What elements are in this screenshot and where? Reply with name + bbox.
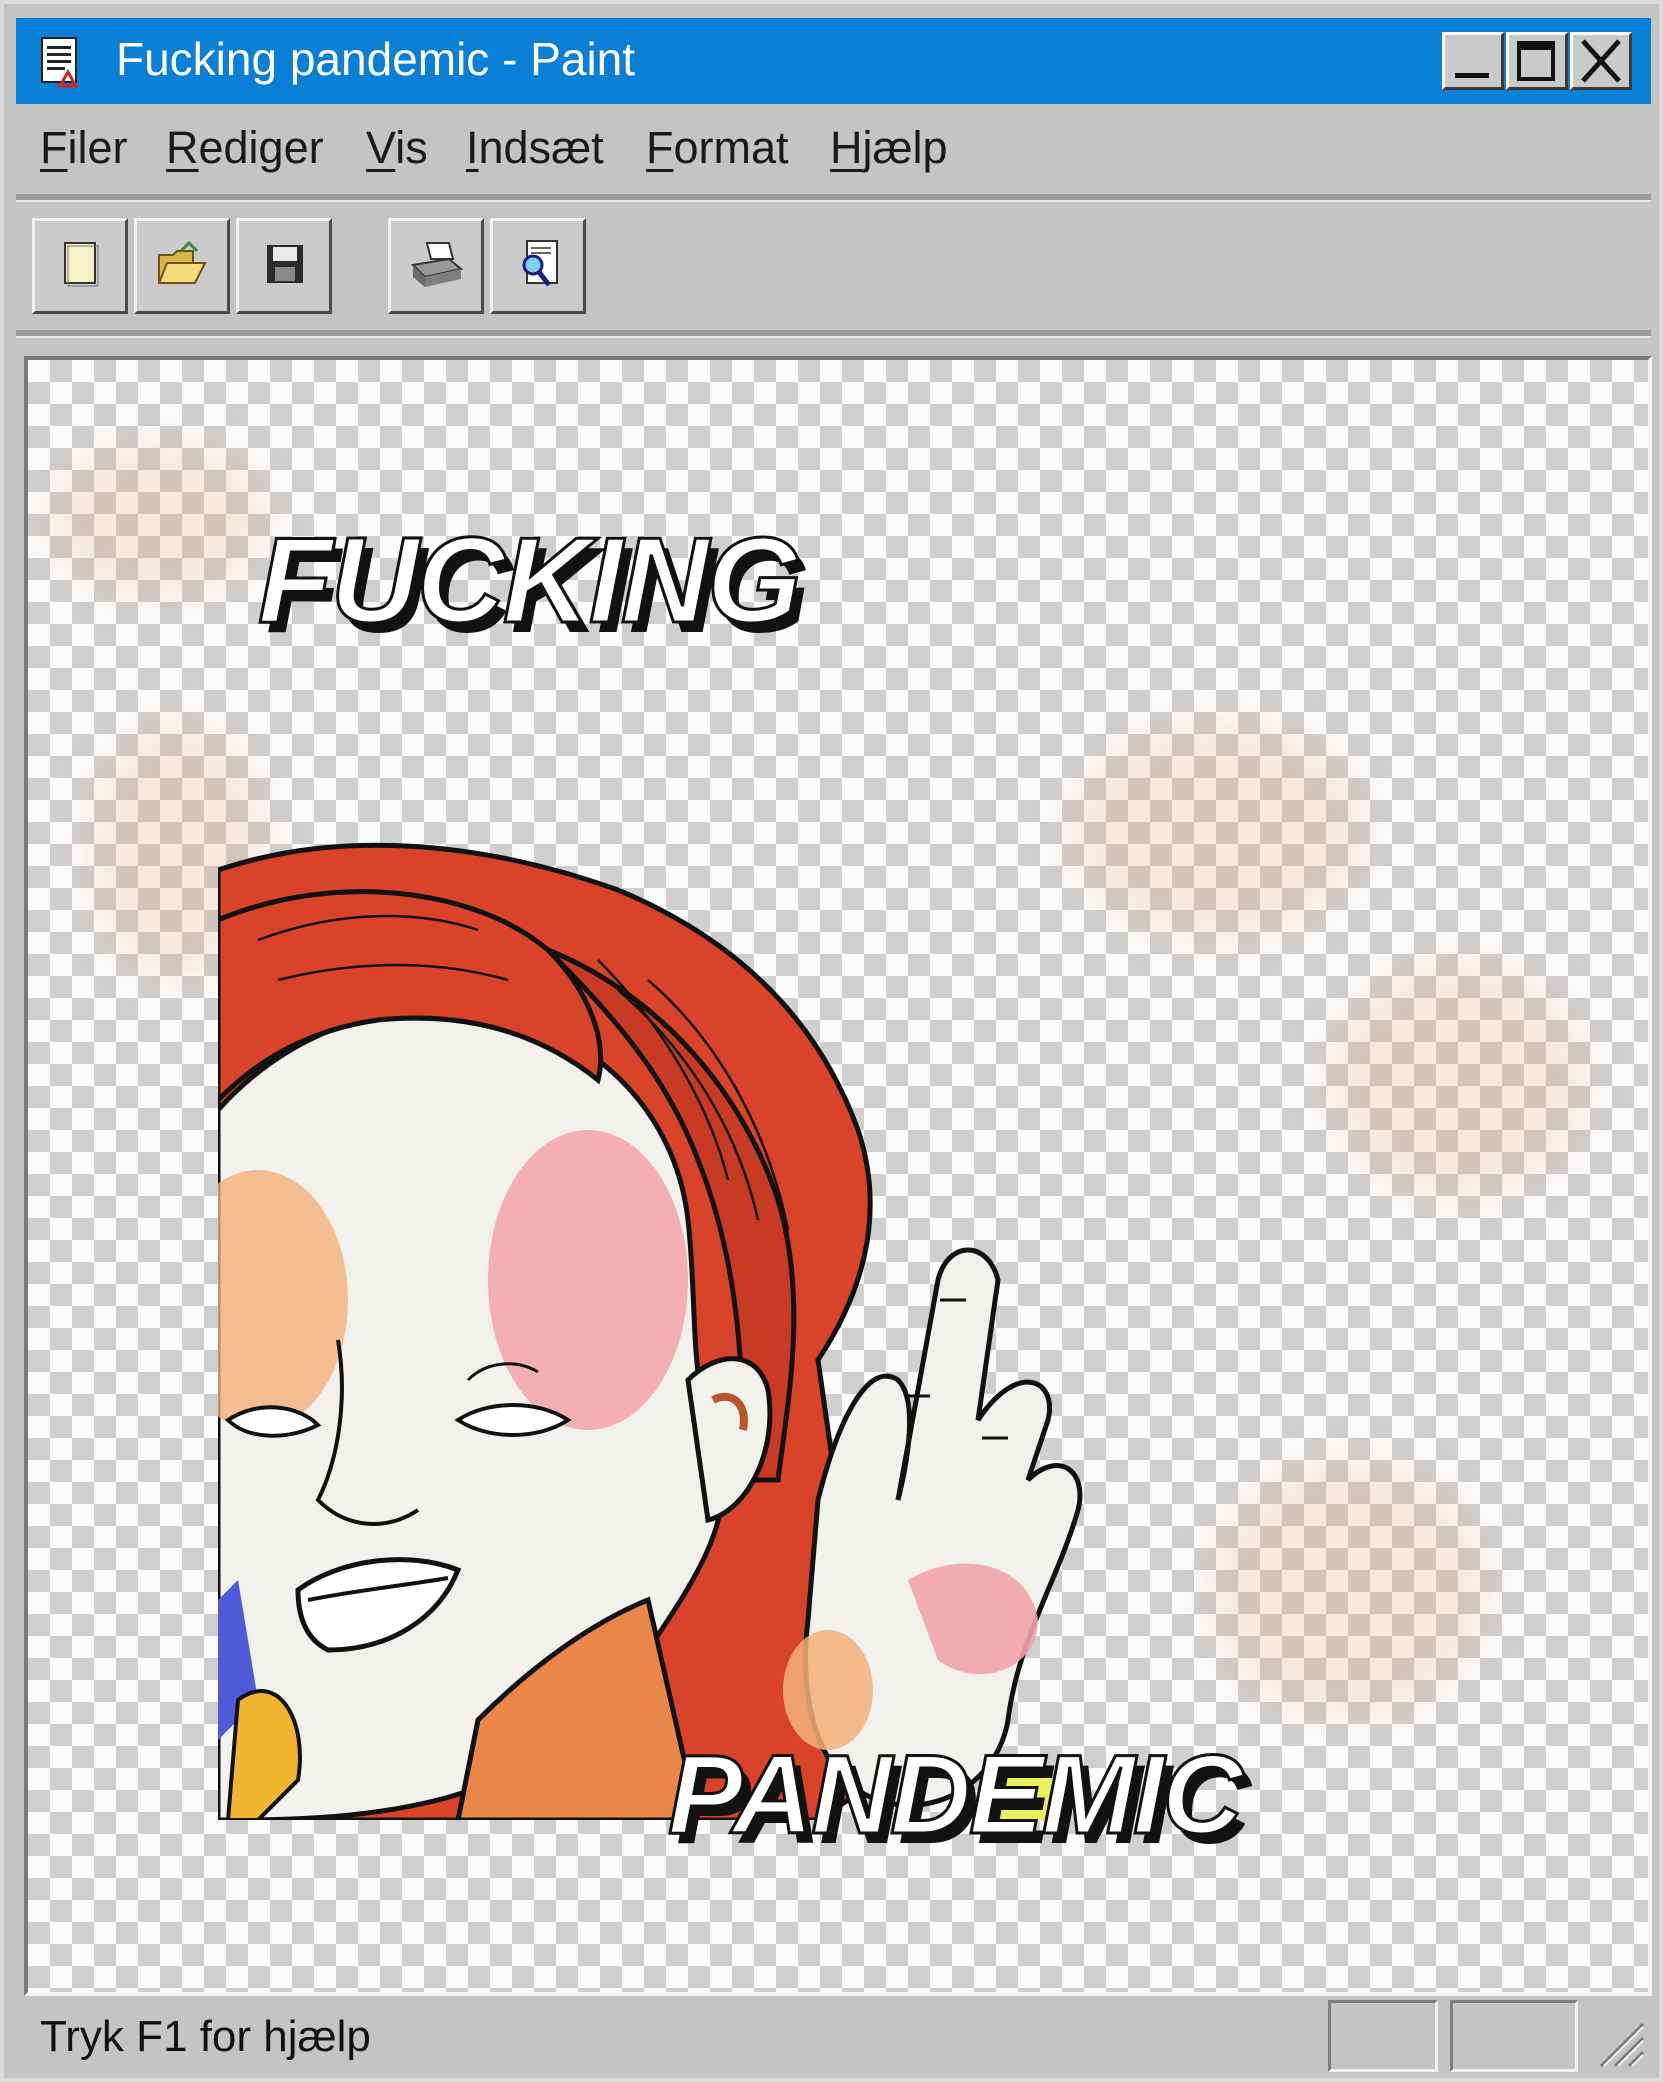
window-title: Fucking pandemic - Paint [116,33,636,85]
new-button[interactable] [32,218,128,314]
headline-bottom: PANDEMIC PANDEMIC [666,1731,1251,1868]
minimize-icon [1455,73,1489,78]
maximize-button[interactable] [1506,32,1568,90]
save-button[interactable] [236,218,332,314]
headline-top: FUCKING FUCKING [257,511,810,659]
menu-filer[interactable]: Filer [40,122,128,174]
maximize-icon [1517,41,1555,81]
menu-hjaelp[interactable]: Hjælp [830,122,948,174]
title-bar[interactable]: Fucking pandemic - Paint [16,18,1651,104]
resize-grip-icon[interactable] [1591,2014,1647,2070]
menu-bar: Filer Rediger Vis Indsæt Format Hjælp [16,110,1651,186]
menu-vis[interactable]: Vis [366,122,428,174]
menu-separator [16,194,1651,202]
toolbar-separator [16,330,1651,338]
open-folder-icon [157,240,207,284]
menu-format[interactable]: Format [646,122,789,174]
print-preview-icon [522,240,558,287]
open-button[interactable] [134,218,230,314]
paint-window: Fucking pandemic - Paint Filer Rediger V… [0,0,1663,2082]
transparent-canvas[interactable]: FUCKING FUCKING PANDEMIC PANDEMIC [28,360,1648,1992]
toolbar [16,204,1651,324]
status-panel [1450,2000,1578,2072]
menu-indsaet[interactable]: Indsæt [466,122,604,174]
status-text: Tryk F1 for hjælp [40,2012,371,2061]
close-icon [1581,39,1621,83]
minimize-button[interactable] [1442,32,1504,90]
menu-rediger[interactable]: Rediger [166,122,324,174]
new-document-icon [64,242,99,287]
printer-icon [410,242,464,287]
floppy-disk-icon [267,245,303,283]
status-panel [1328,2000,1438,2072]
print-preview-button[interactable] [490,218,586,314]
paper-stain [48,440,268,600]
canvas-area[interactable]: FUCKING FUCKING PANDEMIC PANDEMIC [24,356,1652,1996]
paint-document-icon [41,37,79,88]
status-bar: Tryk F1 for hjælp [16,2000,1651,2074]
close-button[interactable] [1570,32,1632,90]
print-button[interactable] [388,218,484,314]
